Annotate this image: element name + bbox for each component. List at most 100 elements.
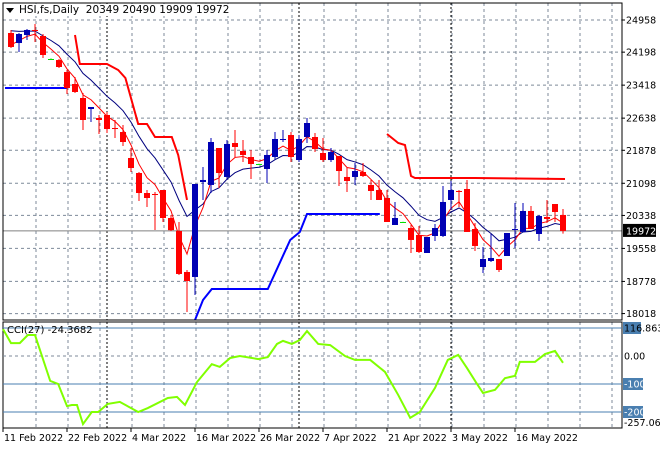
candle-body: [304, 123, 310, 138]
candle-body: [536, 215, 542, 235]
cci-level-label: 0.00: [624, 352, 645, 363]
price-tick-label: 21878: [626, 146, 656, 157]
ohlc-close: 19972: [196, 4, 230, 16]
candle: [416, 226, 422, 253]
candle-body: [216, 148, 222, 174]
cci-label: CCI(27): [7, 325, 45, 336]
candle: [464, 179, 470, 232]
candle: [440, 185, 446, 238]
candle: [472, 223, 478, 252]
candle: [88, 107, 94, 122]
candle: [48, 58, 54, 61]
candle: [104, 112, 110, 133]
candle: [144, 190, 150, 207]
candle: [232, 129, 238, 158]
candle: [160, 190, 166, 222]
candle-body: [344, 176, 350, 181]
candle-body: [552, 204, 558, 213]
candle-body: [480, 259, 486, 267]
candle: [72, 76, 78, 94]
date-tick-label: 11 Feb 2022: [4, 433, 63, 444]
candle: [256, 163, 262, 165]
candle-body: [312, 137, 318, 150]
symbol-label: HSI,fs,Daily: [19, 4, 80, 16]
candle-body: [416, 234, 422, 252]
candle: [432, 223, 438, 241]
date-tick-label: 4 Mar 2022: [132, 433, 186, 444]
trailing-stop-lower: [194, 212, 380, 321]
date-tick-label: 26 Mar 2022: [260, 433, 320, 444]
candle-body: [240, 151, 246, 155]
candle: [368, 179, 374, 200]
moving-average-fast: [10, 33, 564, 257]
candle: [248, 149, 254, 180]
candle-body: [440, 201, 446, 236]
main-panel-border: [2, 2, 623, 321]
candle-body: [288, 135, 294, 158]
candle-body: [32, 29, 38, 31]
price-tick-label: 18778: [626, 277, 656, 288]
candle-body: [120, 132, 126, 142]
candle-body: [448, 190, 454, 200]
price-chart[interactable]: 24958 24198 23418 22638 21878 21098 20338 19558…: [0, 0, 660, 450]
candle-body: [208, 141, 214, 185]
candle-body: [48, 59, 54, 61]
candle-body: [296, 138, 302, 161]
candle-body: [360, 171, 366, 177]
date-tick-label: 21 Apr 2022: [388, 433, 447, 444]
candle: [192, 184, 198, 295]
candle: [112, 120, 118, 138]
candle-body: [16, 34, 22, 44]
cci-title: CCI(27) -24.3682: [7, 325, 93, 336]
candle: [560, 209, 566, 234]
candle: [536, 215, 542, 241]
date-tick-label: 7 Apr 2022: [324, 433, 377, 444]
candle-body: [88, 107, 94, 110]
candle: [216, 148, 222, 188]
candle-body: [176, 230, 182, 274]
candle: [272, 132, 278, 161]
dropdown-triangle-icon[interactable]: [6, 7, 14, 13]
candle-body: [472, 229, 478, 246]
candle: [128, 148, 134, 172]
candle: [64, 70, 70, 94]
candle: [544, 199, 550, 224]
date-tick-label: 16 May 2022: [516, 433, 578, 444]
chart-title: HSI,fs,Daily 20349 20490 19909 19972: [6, 4, 232, 16]
date-tick-label: 16 Mar 2022: [196, 433, 256, 444]
candle-body: [264, 154, 270, 169]
price-tick-label: 22638: [626, 114, 656, 125]
candle-body: [520, 210, 526, 232]
candle: [504, 232, 510, 256]
candle: [520, 202, 526, 232]
candle-body: [224, 143, 230, 177]
ohlc-high: 20490: [122, 4, 156, 16]
date-tick-label: 22 Feb 2022: [68, 433, 127, 444]
candle: [240, 140, 246, 163]
candle-body: [96, 118, 102, 120]
current-price-label: 19972: [626, 226, 656, 237]
candle: [352, 163, 358, 185]
candle-body: [496, 259, 502, 270]
candle-body: [40, 35, 46, 55]
candle-body: [384, 198, 390, 222]
candle: [392, 201, 398, 225]
candle: [136, 171, 142, 202]
cci-line: [2, 328, 564, 427]
candle-body: [112, 127, 118, 130]
candle: [312, 132, 318, 153]
candle-body: [544, 216, 550, 219]
candle-body: [80, 98, 86, 120]
candle: [208, 137, 214, 194]
price-tick-label: 21098: [626, 179, 656, 190]
candle: [40, 34, 46, 58]
grid: 24958 24198 23418 22638 21878 21098 20338 19558…: [3, 3, 656, 428]
candle: [296, 135, 302, 163]
candle-body: [160, 190, 166, 219]
candle-body: [560, 214, 566, 231]
candle-body: [456, 190, 462, 192]
price-tick-label: 24198: [626, 48, 656, 59]
candle-body: [280, 138, 286, 141]
ohlc-low: 19909: [159, 4, 193, 16]
cci-value: -24.3682: [47, 325, 93, 336]
